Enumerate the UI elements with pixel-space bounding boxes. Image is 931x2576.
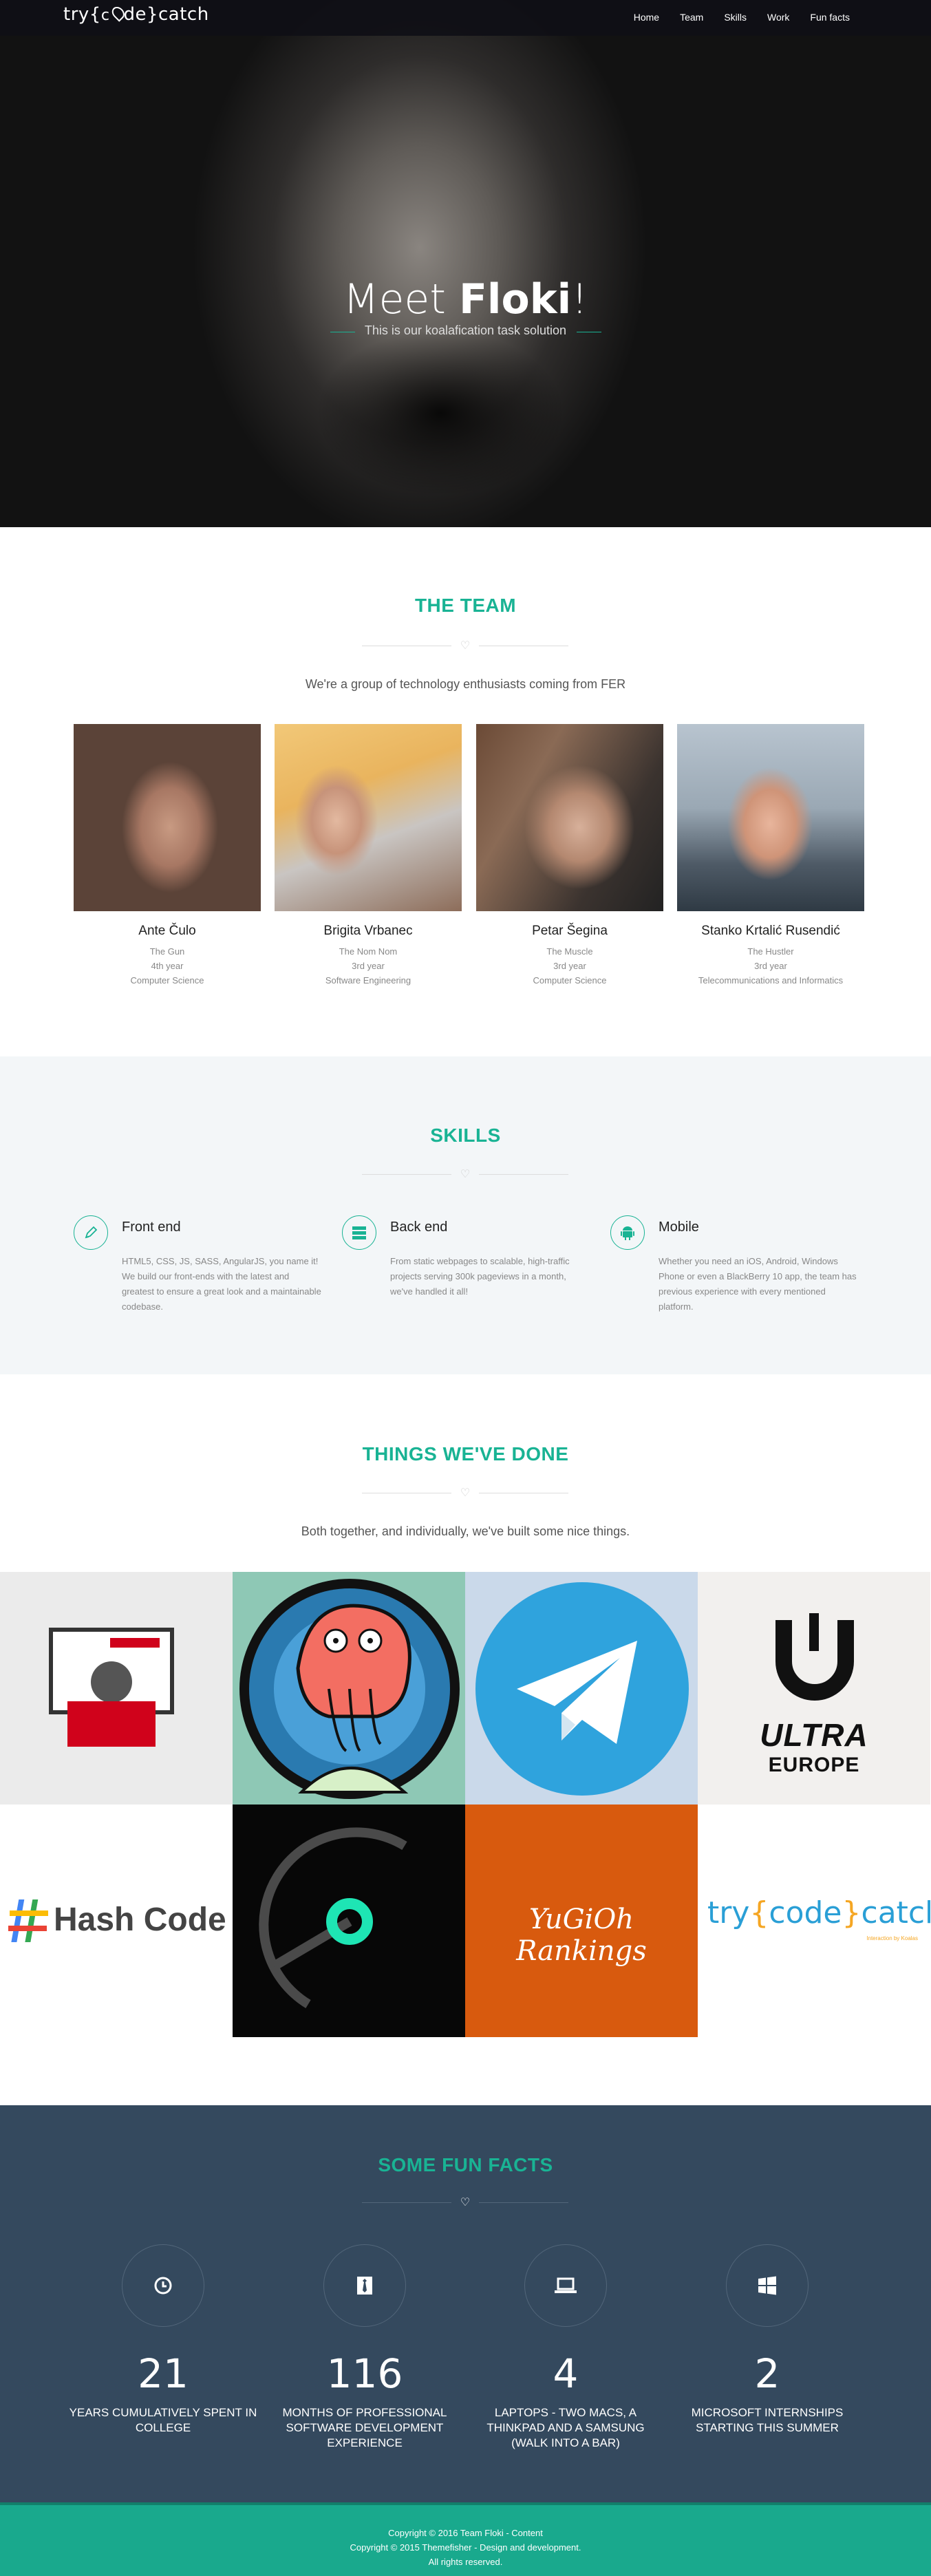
skill-desc: Whether you need an iOS, Android, Window… bbox=[659, 1256, 857, 1312]
team-member: Brigita Vrbanec The Nom Nom 3rd year Softw… bbox=[275, 724, 462, 988]
member-photo bbox=[677, 724, 864, 911]
android-icon bbox=[610, 1215, 645, 1250]
footer: Copyright © 2016 Team Floki - Content Co… bbox=[0, 2502, 931, 2576]
nav-skills[interactable]: Skills bbox=[724, 12, 747, 23]
fact-label: Months of professional software developm… bbox=[282, 2406, 447, 2449]
member-field: Telecommunications and Informatics bbox=[698, 975, 844, 986]
skill-title: Front end bbox=[122, 1220, 181, 1235]
heart-icon: ♡ bbox=[460, 2197, 471, 2208]
work-title: THINGS WE'VE DONE bbox=[362, 1443, 569, 1465]
skills-title: SKILLS bbox=[430, 1125, 501, 1146]
member-role: The Muscle bbox=[546, 946, 593, 957]
heart-icon: ♡ bbox=[460, 640, 471, 652]
fact-number: 116 bbox=[326, 2350, 403, 2397]
member-year: 3rd year bbox=[754, 961, 787, 971]
member-year: 3rd year bbox=[553, 961, 586, 971]
member-name: Petar Šegina bbox=[532, 924, 608, 938]
tie-icon bbox=[323, 2244, 406, 2327]
fact-item: 116 Months of professional software deve… bbox=[268, 2244, 461, 2451]
skill-title: Mobile bbox=[659, 1220, 699, 1235]
skills-divider: ♡ bbox=[362, 1167, 568, 1181]
work-tile-ultra-europe[interactable]: ULTRA EUROPE bbox=[698, 1572, 930, 1805]
skill-desc: From static webpages to scalable, high-t… bbox=[390, 1256, 570, 1297]
server-icon bbox=[342, 1215, 376, 1250]
fact-label: Laptops - two Macs, a Thinkpad and a Sam… bbox=[486, 2406, 645, 2449]
windows-icon bbox=[726, 2244, 809, 2327]
member-photo bbox=[74, 724, 261, 911]
work-divider: ♡ bbox=[362, 1486, 568, 1500]
nav-home[interactable]: Home bbox=[634, 12, 659, 23]
heart-icon: ♡ bbox=[460, 1169, 471, 1180]
zoidberg-icon bbox=[239, 1579, 460, 1799]
nav-team[interactable]: Team bbox=[680, 12, 703, 23]
fact-item: 21 Years cumulatively spent in college bbox=[67, 2244, 259, 2436]
hero-section: Meet Floki! This is our koalafication ta… bbox=[0, 0, 931, 527]
skills-section bbox=[0, 1056, 931, 1374]
work-subtitle: Both together, and individually, we've b… bbox=[301, 1524, 630, 1538]
fact-number: 2 bbox=[754, 2350, 780, 2397]
nav-fun-facts[interactable]: Fun facts bbox=[810, 12, 850, 23]
top-navbar: try{codede}catch Home Team Skills Work F… bbox=[0, 0, 931, 36]
footer-line-2: Copyright © 2015 Themefisher - Design an… bbox=[350, 2542, 581, 2553]
member-role: The Nom Nom bbox=[339, 946, 398, 957]
hash-code-text: Hash Code bbox=[54, 1902, 226, 1938]
nav-links: Home Team Skills Work Fun facts bbox=[634, 12, 850, 23]
work-tile-zoidberg[interactable] bbox=[233, 1572, 465, 1805]
skill-title: Back end bbox=[390, 1220, 448, 1235]
nav-work[interactable]: Work bbox=[767, 12, 789, 23]
fact-item: 2 Microsoft internships starting this su… bbox=[671, 2244, 864, 2436]
work-tile-printer[interactable] bbox=[0, 1572, 233, 1805]
logo[interactable]: try{codede}catch bbox=[63, 4, 209, 25]
printer-logo-icon bbox=[49, 1628, 174, 1747]
member-field: Software Engineering bbox=[325, 975, 411, 986]
facts-title: SOME FUN FACTS bbox=[378, 2154, 553, 2175]
work-tile-dark-app[interactable] bbox=[233, 1805, 465, 2037]
team-title: THE TEAM bbox=[414, 595, 517, 616]
member-role: The Hustler bbox=[747, 946, 794, 957]
trycodecatch-logo: try{code}catch bbox=[707, 1895, 930, 1930]
trycodecatch-tagline: Interaction by Koalas bbox=[866, 1935, 918, 1941]
pacman-ring-icon bbox=[259, 1827, 407, 2008]
fact-number: 4 bbox=[553, 2350, 579, 2397]
work-tile-yugioh[interactable]: YuGiOh Rankings bbox=[465, 1805, 698, 2037]
facts-divider: ♡ bbox=[362, 2195, 568, 2209]
member-field: Computer Science bbox=[130, 975, 204, 986]
member-name: Stanko Krtalić Rusendić bbox=[701, 924, 840, 938]
footer-line-1: Copyright © 2016 Team Floki - Content bbox=[388, 2528, 543, 2538]
work-tile-trycodecatch[interactable]: try{code}catch Interaction by Koalas bbox=[698, 1805, 930, 2037]
hero-subtitle: This is our koalafication task solution bbox=[364, 323, 567, 337]
team-member: Stanko Krtalić Rusendić The Hustler 3rd y… bbox=[677, 724, 864, 988]
ultra-text: ULTRA bbox=[760, 1717, 868, 1753]
member-name: Brigita Vrbanec bbox=[323, 924, 413, 938]
fact-item: 4 Laptops - two Macs, a Thinkpad and a S… bbox=[469, 2244, 662, 2451]
fact-number: 21 bbox=[138, 2350, 189, 2397]
europe-text: EUROPE bbox=[768, 1754, 860, 1776]
member-photo bbox=[275, 724, 462, 911]
team-member: Ante Čulo The Gun 4th year Computer Scienc… bbox=[74, 724, 261, 988]
member-field: Computer Science bbox=[533, 975, 607, 986]
work-tile-hash-code[interactable]: Hash Code bbox=[0, 1805, 233, 2037]
member-role: The Gun bbox=[149, 946, 185, 957]
hash-icon bbox=[8, 1899, 48, 1942]
fact-label: Years cumulatively spent in college bbox=[69, 2406, 257, 2434]
telegram-icon bbox=[475, 1582, 689, 1796]
fact-label: Microsoft internships starting this summ… bbox=[691, 2406, 844, 2434]
work-tile-telegram[interactable] bbox=[465, 1572, 698, 1805]
laptop-icon bbox=[524, 2244, 607, 2327]
member-year: 3rd year bbox=[352, 961, 385, 971]
member-photo bbox=[476, 724, 663, 911]
team-subtitle: We're a group of technology enthusiasts … bbox=[305, 677, 626, 691]
heart-icon: ♡ bbox=[460, 1487, 471, 1499]
member-name: Ante Čulo bbox=[138, 924, 196, 938]
skill-desc: HTML5, CSS, JS, SASS, AngularJS, you nam… bbox=[122, 1256, 321, 1312]
team-divider: ♡ bbox=[362, 639, 568, 652]
yugioh-text: YuGiOh Rankings bbox=[516, 1904, 647, 1967]
team-member: Petar Šegina The Muscle 3rd year Computer … bbox=[476, 724, 663, 988]
clock-icon bbox=[122, 2244, 204, 2327]
hero-title: Meet Floki! bbox=[343, 275, 588, 323]
pen-icon bbox=[74, 1215, 108, 1250]
footer-line-3: All rights reserved. bbox=[428, 2557, 503, 2567]
member-year: 4th year bbox=[151, 961, 184, 971]
